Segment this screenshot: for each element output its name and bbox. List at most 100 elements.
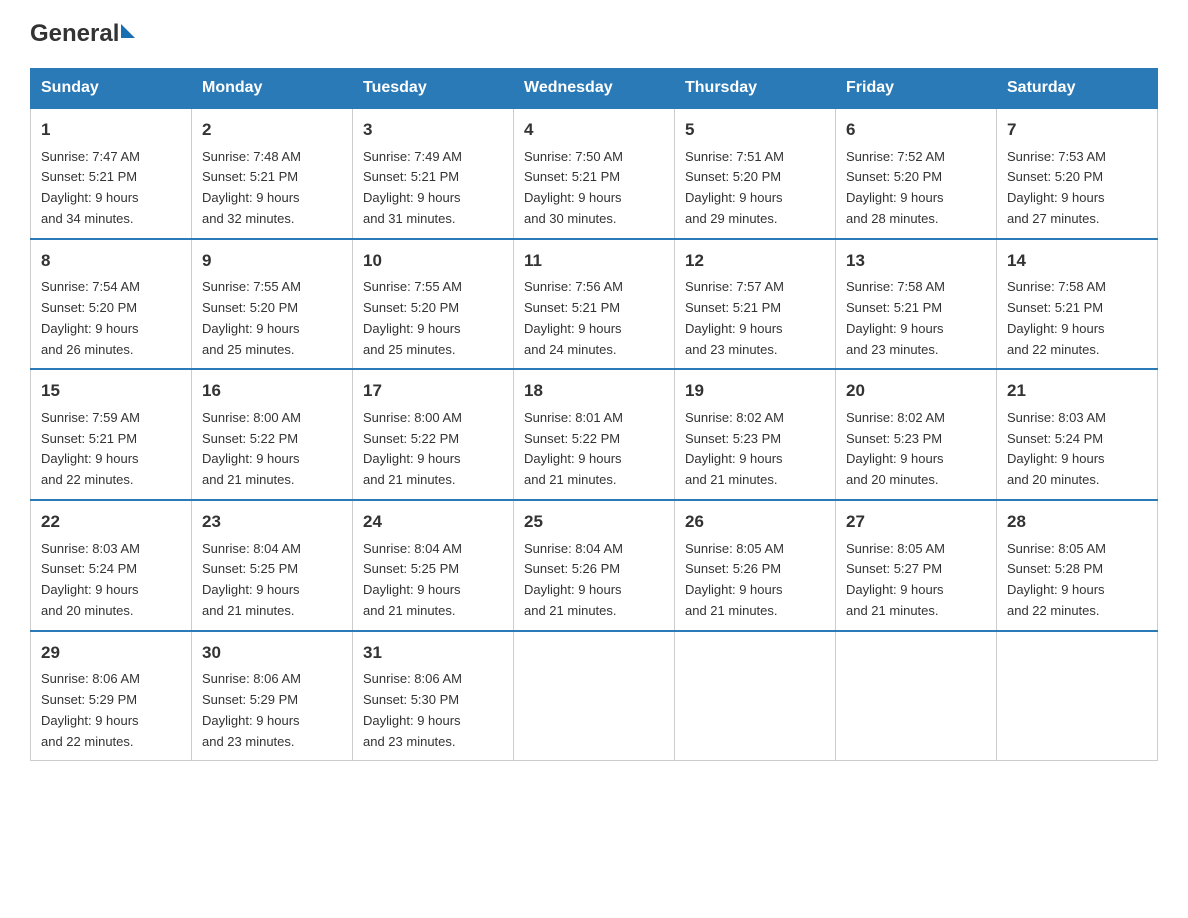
day-number: 28 <box>1007 509 1147 535</box>
calendar-cell: 14 Sunrise: 7:58 AMSunset: 5:21 PMDaylig… <box>997 239 1158 370</box>
column-header-sunday: Sunday <box>31 69 192 109</box>
calendar-cell: 11 Sunrise: 7:56 AMSunset: 5:21 PMDaylig… <box>514 239 675 370</box>
day-info: Sunrise: 7:47 AMSunset: 5:21 PMDaylight:… <box>41 149 140 226</box>
day-info: Sunrise: 7:53 AMSunset: 5:20 PMDaylight:… <box>1007 149 1106 226</box>
day-number: 4 <box>524 117 664 143</box>
day-info: Sunrise: 7:51 AMSunset: 5:20 PMDaylight:… <box>685 149 784 226</box>
day-info: Sunrise: 8:03 AMSunset: 5:24 PMDaylight:… <box>1007 410 1106 487</box>
day-number: 26 <box>685 509 825 535</box>
calendar-cell <box>997 631 1158 761</box>
calendar-cell: 30 Sunrise: 8:06 AMSunset: 5:29 PMDaylig… <box>192 631 353 761</box>
calendar-cell: 4 Sunrise: 7:50 AMSunset: 5:21 PMDayligh… <box>514 108 675 239</box>
day-info: Sunrise: 8:06 AMSunset: 5:29 PMDaylight:… <box>41 671 140 748</box>
day-number: 14 <box>1007 248 1147 274</box>
calendar-cell: 18 Sunrise: 8:01 AMSunset: 5:22 PMDaylig… <box>514 369 675 500</box>
day-info: Sunrise: 7:55 AMSunset: 5:20 PMDaylight:… <box>202 279 301 356</box>
calendar-cell: 21 Sunrise: 8:03 AMSunset: 5:24 PMDaylig… <box>997 369 1158 500</box>
calendar-header-row: SundayMondayTuesdayWednesdayThursdayFrid… <box>31 69 1158 109</box>
day-info: Sunrise: 7:58 AMSunset: 5:21 PMDaylight:… <box>1007 279 1106 356</box>
day-info: Sunrise: 7:56 AMSunset: 5:21 PMDaylight:… <box>524 279 623 356</box>
calendar-cell: 6 Sunrise: 7:52 AMSunset: 5:20 PMDayligh… <box>836 108 997 239</box>
calendar-cell: 26 Sunrise: 8:05 AMSunset: 5:26 PMDaylig… <box>675 500 836 631</box>
calendar-cell: 7 Sunrise: 7:53 AMSunset: 5:20 PMDayligh… <box>997 108 1158 239</box>
day-number: 25 <box>524 509 664 535</box>
day-number: 27 <box>846 509 986 535</box>
calendar-cell: 20 Sunrise: 8:02 AMSunset: 5:23 PMDaylig… <box>836 369 997 500</box>
day-info: Sunrise: 8:05 AMSunset: 5:26 PMDaylight:… <box>685 541 784 618</box>
column-header-monday: Monday <box>192 69 353 109</box>
day-number: 17 <box>363 378 503 404</box>
calendar-cell <box>836 631 997 761</box>
day-number: 10 <box>363 248 503 274</box>
day-info: Sunrise: 7:49 AMSunset: 5:21 PMDaylight:… <box>363 149 462 226</box>
calendar-table: SundayMondayTuesdayWednesdayThursdayFrid… <box>30 68 1158 761</box>
day-info: Sunrise: 7:52 AMSunset: 5:20 PMDaylight:… <box>846 149 945 226</box>
calendar-cell: 17 Sunrise: 8:00 AMSunset: 5:22 PMDaylig… <box>353 369 514 500</box>
day-number: 31 <box>363 640 503 666</box>
day-info: Sunrise: 7:50 AMSunset: 5:21 PMDaylight:… <box>524 149 623 226</box>
day-info: Sunrise: 8:05 AMSunset: 5:28 PMDaylight:… <box>1007 541 1106 618</box>
day-number: 15 <box>41 378 181 404</box>
day-info: Sunrise: 7:48 AMSunset: 5:21 PMDaylight:… <box>202 149 301 226</box>
day-info: Sunrise: 8:04 AMSunset: 5:26 PMDaylight:… <box>524 541 623 618</box>
day-info: Sunrise: 7:57 AMSunset: 5:21 PMDaylight:… <box>685 279 784 356</box>
calendar-cell: 27 Sunrise: 8:05 AMSunset: 5:27 PMDaylig… <box>836 500 997 631</box>
calendar-cell: 3 Sunrise: 7:49 AMSunset: 5:21 PMDayligh… <box>353 108 514 239</box>
logo: General <box>30 20 135 48</box>
calendar-cell: 9 Sunrise: 7:55 AMSunset: 5:20 PMDayligh… <box>192 239 353 370</box>
calendar-week-2: 8 Sunrise: 7:54 AMSunset: 5:20 PMDayligh… <box>31 239 1158 370</box>
calendar-week-3: 15 Sunrise: 7:59 AMSunset: 5:21 PMDaylig… <box>31 369 1158 500</box>
calendar-cell: 12 Sunrise: 7:57 AMSunset: 5:21 PMDaylig… <box>675 239 836 370</box>
day-number: 13 <box>846 248 986 274</box>
calendar-week-1: 1 Sunrise: 7:47 AMSunset: 5:21 PMDayligh… <box>31 108 1158 239</box>
day-number: 12 <box>685 248 825 274</box>
day-number: 11 <box>524 248 664 274</box>
calendar-cell: 29 Sunrise: 8:06 AMSunset: 5:29 PMDaylig… <box>31 631 192 761</box>
day-info: Sunrise: 7:54 AMSunset: 5:20 PMDaylight:… <box>41 279 140 356</box>
column-header-friday: Friday <box>836 69 997 109</box>
day-info: Sunrise: 7:59 AMSunset: 5:21 PMDaylight:… <box>41 410 140 487</box>
calendar-cell: 25 Sunrise: 8:04 AMSunset: 5:26 PMDaylig… <box>514 500 675 631</box>
calendar-body: 1 Sunrise: 7:47 AMSunset: 5:21 PMDayligh… <box>31 108 1158 761</box>
day-number: 19 <box>685 378 825 404</box>
day-number: 22 <box>41 509 181 535</box>
calendar-cell <box>514 631 675 761</box>
day-number: 8 <box>41 248 181 274</box>
day-info: Sunrise: 7:55 AMSunset: 5:20 PMDaylight:… <box>363 279 462 356</box>
day-number: 6 <box>846 117 986 143</box>
day-info: Sunrise: 8:04 AMSunset: 5:25 PMDaylight:… <box>363 541 462 618</box>
calendar-week-5: 29 Sunrise: 8:06 AMSunset: 5:29 PMDaylig… <box>31 631 1158 761</box>
day-number: 5 <box>685 117 825 143</box>
day-number: 3 <box>363 117 503 143</box>
day-number: 21 <box>1007 378 1147 404</box>
calendar-cell: 10 Sunrise: 7:55 AMSunset: 5:20 PMDaylig… <box>353 239 514 370</box>
logo-general-text: General <box>30 20 119 48</box>
day-info: Sunrise: 8:02 AMSunset: 5:23 PMDaylight:… <box>846 410 945 487</box>
day-number: 16 <box>202 378 342 404</box>
column-header-saturday: Saturday <box>997 69 1158 109</box>
calendar-cell: 5 Sunrise: 7:51 AMSunset: 5:20 PMDayligh… <box>675 108 836 239</box>
day-info: Sunrise: 8:04 AMSunset: 5:25 PMDaylight:… <box>202 541 301 618</box>
day-number: 7 <box>1007 117 1147 143</box>
day-number: 24 <box>363 509 503 535</box>
day-info: Sunrise: 8:05 AMSunset: 5:27 PMDaylight:… <box>846 541 945 618</box>
day-info: Sunrise: 8:00 AMSunset: 5:22 PMDaylight:… <box>363 410 462 487</box>
page-header: General <box>30 20 1158 48</box>
calendar-cell: 22 Sunrise: 8:03 AMSunset: 5:24 PMDaylig… <box>31 500 192 631</box>
calendar-cell: 2 Sunrise: 7:48 AMSunset: 5:21 PMDayligh… <box>192 108 353 239</box>
calendar-cell <box>675 631 836 761</box>
day-number: 18 <box>524 378 664 404</box>
day-info: Sunrise: 8:06 AMSunset: 5:29 PMDaylight:… <box>202 671 301 748</box>
calendar-cell: 28 Sunrise: 8:05 AMSunset: 5:28 PMDaylig… <box>997 500 1158 631</box>
column-header-thursday: Thursday <box>675 69 836 109</box>
day-number: 9 <box>202 248 342 274</box>
column-header-tuesday: Tuesday <box>353 69 514 109</box>
day-info: Sunrise: 8:02 AMSunset: 5:23 PMDaylight:… <box>685 410 784 487</box>
day-number: 30 <box>202 640 342 666</box>
day-number: 23 <box>202 509 342 535</box>
day-number: 29 <box>41 640 181 666</box>
day-number: 20 <box>846 378 986 404</box>
day-info: Sunrise: 8:01 AMSunset: 5:22 PMDaylight:… <box>524 410 623 487</box>
calendar-cell: 24 Sunrise: 8:04 AMSunset: 5:25 PMDaylig… <box>353 500 514 631</box>
calendar-cell: 1 Sunrise: 7:47 AMSunset: 5:21 PMDayligh… <box>31 108 192 239</box>
